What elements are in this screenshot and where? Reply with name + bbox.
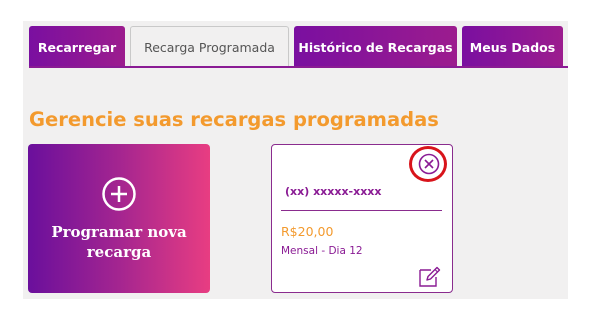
card-divider (281, 210, 442, 211)
recharge-amount: R$20,00 (281, 224, 334, 239)
new-schedule-button[interactable]: Programar nova recarga (28, 144, 210, 293)
phone-number: (xx) xxxxx-xxxx (285, 185, 382, 198)
new-schedule-label-line2: recarga (86, 243, 152, 261)
scheduled-recharge-card: (xx) xxxxx-xxxx R$20,00 Mensal - Dia 12 (271, 144, 453, 293)
page-title: Gerencie suas recargas programadas (29, 108, 439, 131)
plus-circle-icon (102, 177, 136, 211)
new-schedule-label-line1: Programar nova (51, 223, 187, 241)
tab-recarga-programada[interactable]: Recarga Programada (130, 26, 289, 68)
recharge-frequency: Mensal - Dia 12 (281, 245, 363, 257)
new-schedule-label: Programar nova recarga (28, 222, 210, 262)
close-circle-icon[interactable] (418, 153, 440, 175)
tab-recarregar[interactable]: Recarregar (29, 26, 125, 68)
tab-underline (29, 66, 568, 68)
tab-historico-de-recargas[interactable]: Histórico de Recargas (294, 26, 457, 68)
edit-icon[interactable] (417, 265, 441, 289)
tab-meus-dados[interactable]: Meus Dados (462, 26, 563, 68)
